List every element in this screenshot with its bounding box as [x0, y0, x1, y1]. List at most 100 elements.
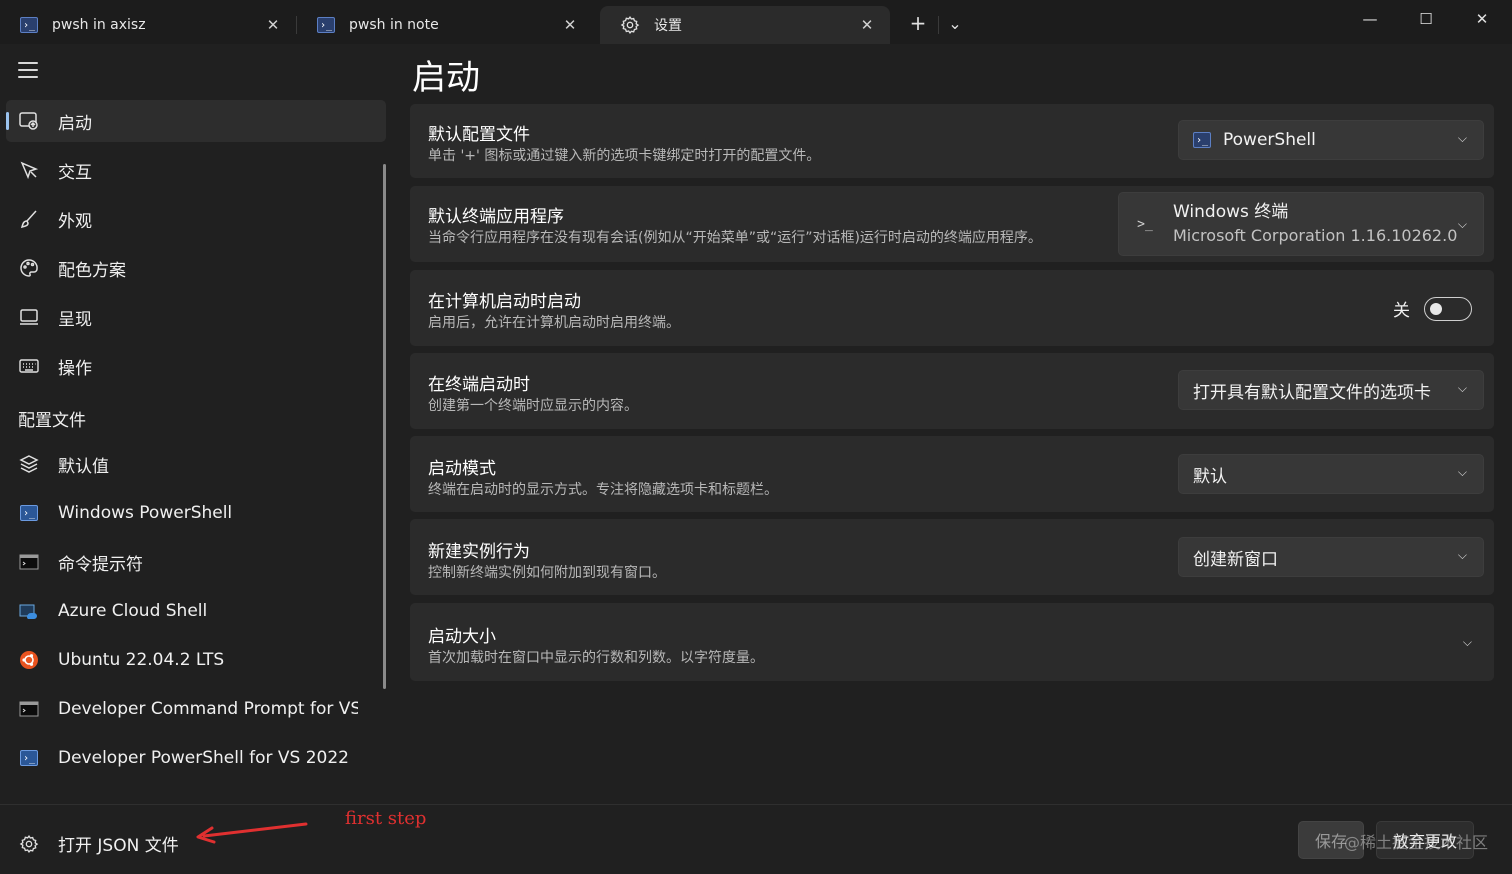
close-icon[interactable]: ✕: [559, 14, 581, 36]
hamburger-menu-icon[interactable]: [18, 62, 38, 78]
new-instance-dropdown[interactable]: 创建新窗口 ⌵: [1178, 537, 1484, 577]
title-bar: ›_ pwsh in axisz ✕ ›_ pwsh in note ✕ 设置 …: [0, 0, 1512, 44]
gear-icon: [620, 15, 640, 35]
new-tab-button[interactable]: +: [900, 6, 936, 40]
sidebar-item-defaults[interactable]: 默认值: [6, 443, 386, 485]
sidebar-item-azure-cloud-shell[interactable]: Azure Cloud Shell: [6, 590, 386, 632]
setting-launch-mode: 启动模式 终端在启动时的显示方式。专注将隐藏选项卡和标题栏。 默认 ⌵: [410, 436, 1494, 512]
setting-title: 默认终端应用程序: [428, 207, 564, 227]
sidebar-item-rendering[interactable]: 呈现: [6, 296, 386, 338]
maximize-icon: ☐: [1419, 10, 1433, 28]
open-json-button[interactable]: 打开 JSON 文件: [18, 831, 179, 856]
layers-icon: [18, 453, 40, 475]
setting-description: 首次加载时在窗口中显示的行数和列数。以字符度量。: [428, 650, 764, 666]
setting-title: 在计算机启动时启动: [428, 292, 581, 312]
setting-title: 新建实例行为: [428, 542, 530, 562]
sidebar-item-label: 启动: [58, 113, 92, 134]
chevron-down-icon: ⌵: [1457, 548, 1467, 562]
launch-icon: [18, 110, 40, 132]
setting-title: 在终端启动时: [428, 375, 530, 395]
chevron-down-icon: ⌄: [948, 13, 962, 33]
sidebar-item-label: Azure Cloud Shell: [58, 601, 208, 621]
powershell-icon: ›_: [317, 17, 335, 33]
setting-description: 控制新终端实例如何附加到现有窗口。: [428, 565, 666, 581]
tab-dropdown-button[interactable]: ⌄: [940, 6, 970, 40]
tab-pwsh-note[interactable]: ›_ pwsh in note ✕: [297, 6, 593, 44]
minimize-button[interactable]: —: [1342, 0, 1398, 38]
sidebar-item-windows-powershell[interactable]: ›_ Windows PowerShell: [6, 492, 386, 534]
tab-pwsh-axisz[interactable]: ›_ pwsh in axisz ✕: [0, 6, 296, 44]
sidebar-item-appearance[interactable]: 外观: [6, 198, 386, 240]
close-icon[interactable]: ✕: [262, 14, 284, 36]
sidebar-item-ubuntu[interactable]: Ubuntu 22.04.2 LTS: [6, 639, 386, 681]
default-profile-dropdown[interactable]: ›_ PowerShell ⌵: [1178, 120, 1484, 160]
dropdown-value: 默认: [1193, 466, 1227, 487]
sidebar-scrollbar[interactable]: [383, 164, 386, 689]
powershell-icon: ›_: [18, 747, 40, 769]
setting-description: 创建第一个终端时应显示的内容。: [428, 398, 638, 414]
open-json-label: 打开 JSON 文件: [58, 836, 179, 856]
profiles-header: 配置文件: [18, 411, 86, 431]
on-launch-dropdown[interactable]: 打开具有默认配置文件的选项卡 ⌵: [1178, 370, 1484, 410]
sidebar-item-label: Developer PowerShell for VS 2022: [58, 748, 349, 768]
dropdown-value: 打开具有默认配置文件的选项卡: [1193, 382, 1431, 403]
tab-label: pwsh in axisz: [52, 17, 146, 33]
cmd-icon: [18, 698, 40, 720]
launch-on-startup-toggle[interactable]: [1424, 296, 1472, 321]
palette-icon: [18, 257, 40, 279]
annotation-arrow-icon: [196, 822, 308, 844]
launch-on-startup-toggle-group: 关: [1393, 296, 1472, 321]
sidebar-item-label: 外观: [58, 211, 92, 232]
sidebar-item-dev-cmd[interactable]: Developer Command Prompt for VS 202: [6, 688, 386, 730]
setting-launch-size[interactable]: 启动大小 首次加载时在窗口中显示的行数和列数。以字符度量。 ⌵: [410, 603, 1494, 681]
interaction-icon: [18, 159, 40, 181]
minimize-icon: —: [1362, 10, 1378, 28]
sidebar-item-color-schemes[interactable]: 配色方案: [6, 247, 386, 289]
close-window-button[interactable]: ✕: [1454, 0, 1510, 38]
close-icon: ✕: [1475, 10, 1489, 28]
terminal-icon: >_: [1137, 216, 1153, 232]
maximize-button[interactable]: ☐: [1398, 0, 1454, 38]
chevron-down-icon: ⌵: [1457, 217, 1467, 231]
close-icon[interactable]: ✕: [856, 14, 878, 36]
sidebar-item-actions[interactable]: 操作: [6, 345, 386, 387]
tab-label: pwsh in note: [349, 17, 439, 33]
chevron-down-icon: ⌵: [1457, 465, 1467, 479]
sidebar-item-launch[interactable]: 启动: [6, 100, 386, 142]
chevron-down-icon: ⌵: [1457, 131, 1467, 145]
sidebar-item-dev-powershell[interactable]: ›_ Developer PowerShell for VS 2022: [6, 737, 386, 779]
sidebar-item-label: 操作: [58, 358, 92, 379]
sidebar-item-label: 命令提示符: [58, 554, 143, 575]
tab-settings[interactable]: 设置 ✕: [600, 6, 890, 44]
powershell-icon: ›_: [20, 17, 38, 33]
setting-default-terminal: 默认终端应用程序 当命令行应用程序在没有现有会话(例如从“开始菜单”或“运行”对…: [410, 186, 1494, 262]
cmd-icon: [18, 551, 40, 573]
toggle-state-label: 关: [1393, 301, 1410, 321]
keyboard-icon: [18, 355, 40, 377]
setting-on-launch: 在终端启动时 创建第一个终端时应显示的内容。 打开具有默认配置文件的选项卡 ⌵: [410, 353, 1494, 429]
dropdown-value: 创建新窗口: [1193, 549, 1278, 570]
sidebar-item-cmd[interactable]: 命令提示符: [6, 541, 386, 583]
launch-mode-dropdown[interactable]: 默认 ⌵: [1178, 454, 1484, 494]
sidebar-item-label: Windows PowerShell: [58, 503, 233, 523]
powershell-icon: ›_: [18, 502, 40, 524]
setting-description: 终端在启动时的显示方式。专注将隐藏选项卡和标题栏。: [428, 482, 778, 498]
sidebar-item-label: 呈现: [58, 309, 92, 330]
setting-title: 默认配置文件: [428, 125, 530, 145]
dropdown-value: Windows 终端: [1173, 202, 1289, 222]
sidebar-item-label: Developer Command Prompt for VS 202: [58, 699, 358, 719]
sidebar-item-interaction[interactable]: 交互: [6, 149, 386, 191]
sidebar-item-label: 交互: [58, 162, 92, 183]
chevron-down-icon: ⌵: [1457, 381, 1467, 395]
sidebar: 启动 交互 外观 配色方案 呈现 操作 配置文件 默认值 ›_ Windows …: [0, 44, 392, 804]
brush-icon: [18, 208, 40, 230]
sidebar-item-label: 配色方案: [58, 260, 126, 281]
default-terminal-dropdown[interactable]: >_ Windows 终端 Microsoft Corporation 1.16…: [1118, 192, 1484, 256]
azure-icon: [18, 600, 40, 622]
setting-title: 启动大小: [428, 627, 496, 647]
annotation-text: first step: [345, 808, 427, 829]
dropdown-value: PowerShell: [1223, 130, 1316, 150]
chevron-down-icon[interactable]: ⌵: [1463, 635, 1472, 650]
setting-launch-on-startup: 在计算机启动时启动 启用后，允许在计算机启动时启用终端。 关: [410, 270, 1494, 346]
ubuntu-icon: [18, 649, 40, 671]
